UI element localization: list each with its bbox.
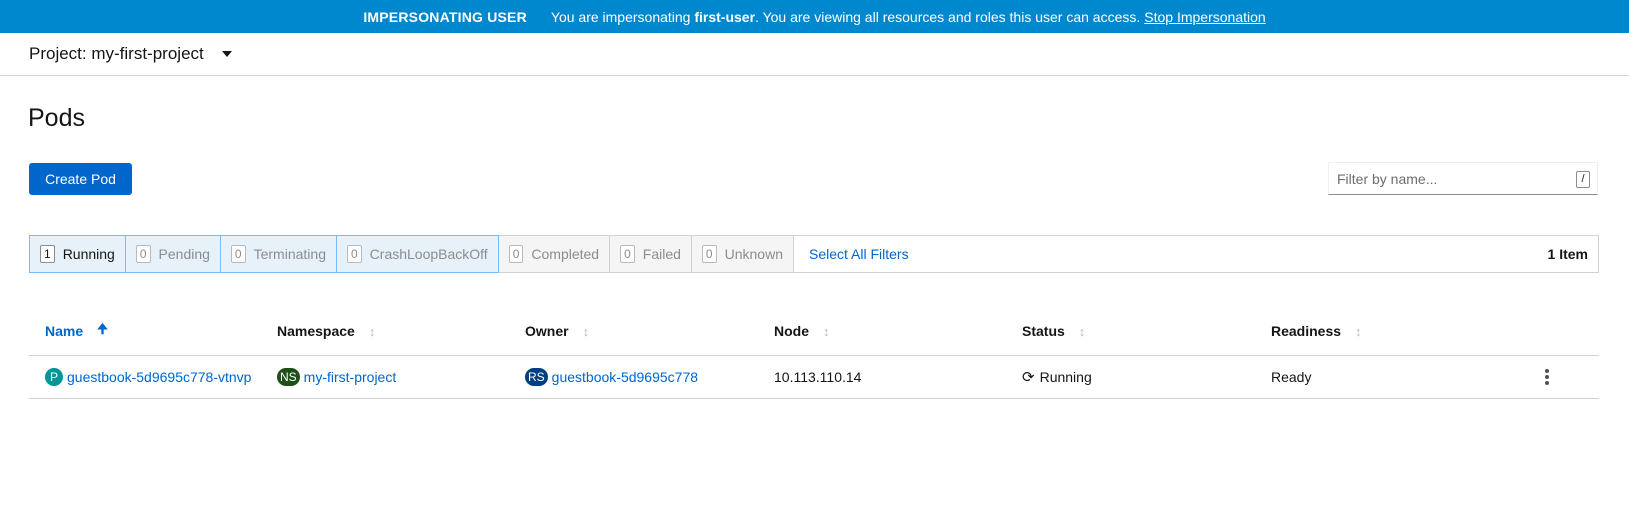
- status-cell: ⟳ Running: [1022, 368, 1271, 386]
- pod-name-link[interactable]: guestbook-5d9695c778-vtnvp: [67, 369, 251, 385]
- filter-count: 0: [230, 245, 246, 263]
- pod-name-cell: P guestbook-5d9695c778-vtnvp: [29, 368, 277, 386]
- filter-unknown[interactable]: 0 Unknown: [691, 236, 794, 272]
- impersonation-tag: IMPERSONATING USER: [363, 8, 527, 25]
- sort-icon: ↕: [1355, 323, 1362, 339]
- impersonated-user: first-user: [694, 8, 756, 25]
- column-header-node[interactable]: Node ↕: [774, 323, 1022, 339]
- column-label: Readiness: [1271, 323, 1342, 339]
- filter-count: 0: [508, 245, 524, 263]
- column-label: Node: [774, 323, 809, 339]
- project-label: Project: my-first-project: [29, 44, 204, 63]
- page-title: Pods: [28, 104, 85, 132]
- filter-label: Failed: [642, 246, 681, 262]
- column-header-status[interactable]: Status ↕: [1022, 323, 1271, 339]
- filter-input[interactable]: [1337, 170, 1567, 187]
- filter-label: Completed: [531, 246, 600, 262]
- owner-link[interactable]: guestbook-5d9695c778: [552, 369, 698, 385]
- impersonation-message: You are impersonating first-user. You ar…: [551, 9, 1140, 25]
- column-label: Namespace: [277, 323, 355, 339]
- filter-terminating[interactable]: 0 Terminating: [219, 235, 337, 273]
- select-all-filters-link[interactable]: Select All Filters: [794, 236, 909, 272]
- pod-badge-icon: P: [45, 368, 63, 386]
- impersonation-banner: IMPERSONATING USER You are impersonating…: [0, 0, 1629, 33]
- kebab-dot: [1545, 369, 1549, 373]
- filter-by-name: /: [1328, 162, 1598, 195]
- column-label: Name: [45, 323, 84, 339]
- node-value: 10.113.110.14: [774, 369, 862, 385]
- column-header-readiness[interactable]: Readiness ↕: [1271, 323, 1511, 339]
- filter-count: 0: [135, 245, 151, 263]
- sort-icon: ↕: [823, 323, 830, 339]
- kebab-menu-icon[interactable]: [1541, 365, 1553, 389]
- sort-ascending-icon: 🠉: [97, 321, 108, 336]
- keyboard-shortcut-hint: /: [1576, 171, 1590, 188]
- namespace-badge-icon: NS: [277, 368, 300, 386]
- column-header-namespace[interactable]: Namespace ↕: [277, 323, 525, 339]
- column-header-owner[interactable]: Owner ↕: [525, 323, 774, 339]
- filter-count: 0: [620, 245, 635, 263]
- namespace-link[interactable]: my-first-project: [304, 369, 397, 385]
- filter-running[interactable]: 1 Running: [29, 235, 126, 273]
- sort-icon: ↕: [582, 323, 590, 339]
- kebab-dot: [1545, 381, 1549, 385]
- filter-label: Pending: [158, 246, 210, 262]
- sort-icon: ↕: [1078, 323, 1086, 339]
- column-header-name[interactable]: Name 🠉: [29, 320, 277, 342]
- filter-label: CrashLoopBackOff: [369, 246, 488, 262]
- table-header: Name 🠉 Namespace ↕ Owner ↕ Node ↕ Status…: [29, 307, 1599, 356]
- column-label: Owner: [525, 323, 569, 339]
- filter-count: 0: [346, 245, 362, 263]
- filter-label: Running: [62, 246, 115, 262]
- owner-cell: RS guestbook-5d9695c778: [525, 368, 774, 386]
- filter-pending[interactable]: 0 Pending: [124, 235, 221, 273]
- message-prefix: You are impersonating: [550, 8, 695, 25]
- sort-icon: ↕: [368, 323, 376, 339]
- row-filter-bar: 1 Running 0 Pending 0 Terminating 0 Cras…: [29, 235, 1599, 273]
- filter-count: 1: [40, 245, 55, 263]
- filter-crashloopbackoff[interactable]: 0 CrashLoopBackOff: [335, 235, 499, 273]
- filter-completed[interactable]: 0 Completed: [498, 236, 611, 272]
- create-pod-button[interactable]: Create Pod: [29, 163, 132, 195]
- pods-table: Name 🠉 Namespace ↕ Owner ↕ Node ↕ Status…: [29, 307, 1599, 399]
- readiness-value: Ready: [1271, 369, 1312, 385]
- filter-label: Unknown: [724, 246, 783, 262]
- filter-failed[interactable]: 0 Failed: [610, 236, 692, 272]
- message-suffix: . You are viewing all resources and role…: [755, 8, 1141, 25]
- kebab-dot: [1545, 375, 1549, 379]
- project-bar: Project: my-first-project: [0, 33, 1629, 76]
- table-row: P guestbook-5d9695c778-vtnvp NS my-first…: [29, 356, 1599, 399]
- filter-label: Terminating: [253, 246, 326, 262]
- status-value: Running: [1039, 369, 1092, 385]
- project-dropdown[interactable]: Project: my-first-project: [29, 44, 232, 64]
- filter-count: 0: [701, 245, 717, 263]
- node-cell: 10.113.110.14: [774, 369, 1022, 385]
- stop-impersonation-link[interactable]: Stop Impersonation: [1144, 9, 1265, 25]
- column-label: Status: [1022, 323, 1065, 339]
- caret-down-icon: [221, 51, 232, 57]
- namespace-cell: NS my-first-project: [277, 368, 525, 386]
- readiness-cell: Ready: [1271, 369, 1511, 385]
- sync-icon: ⟳: [1022, 369, 1035, 386]
- replicaset-badge-icon: RS: [525, 368, 548, 386]
- item-count: 1 Item: [1547, 246, 1588, 262]
